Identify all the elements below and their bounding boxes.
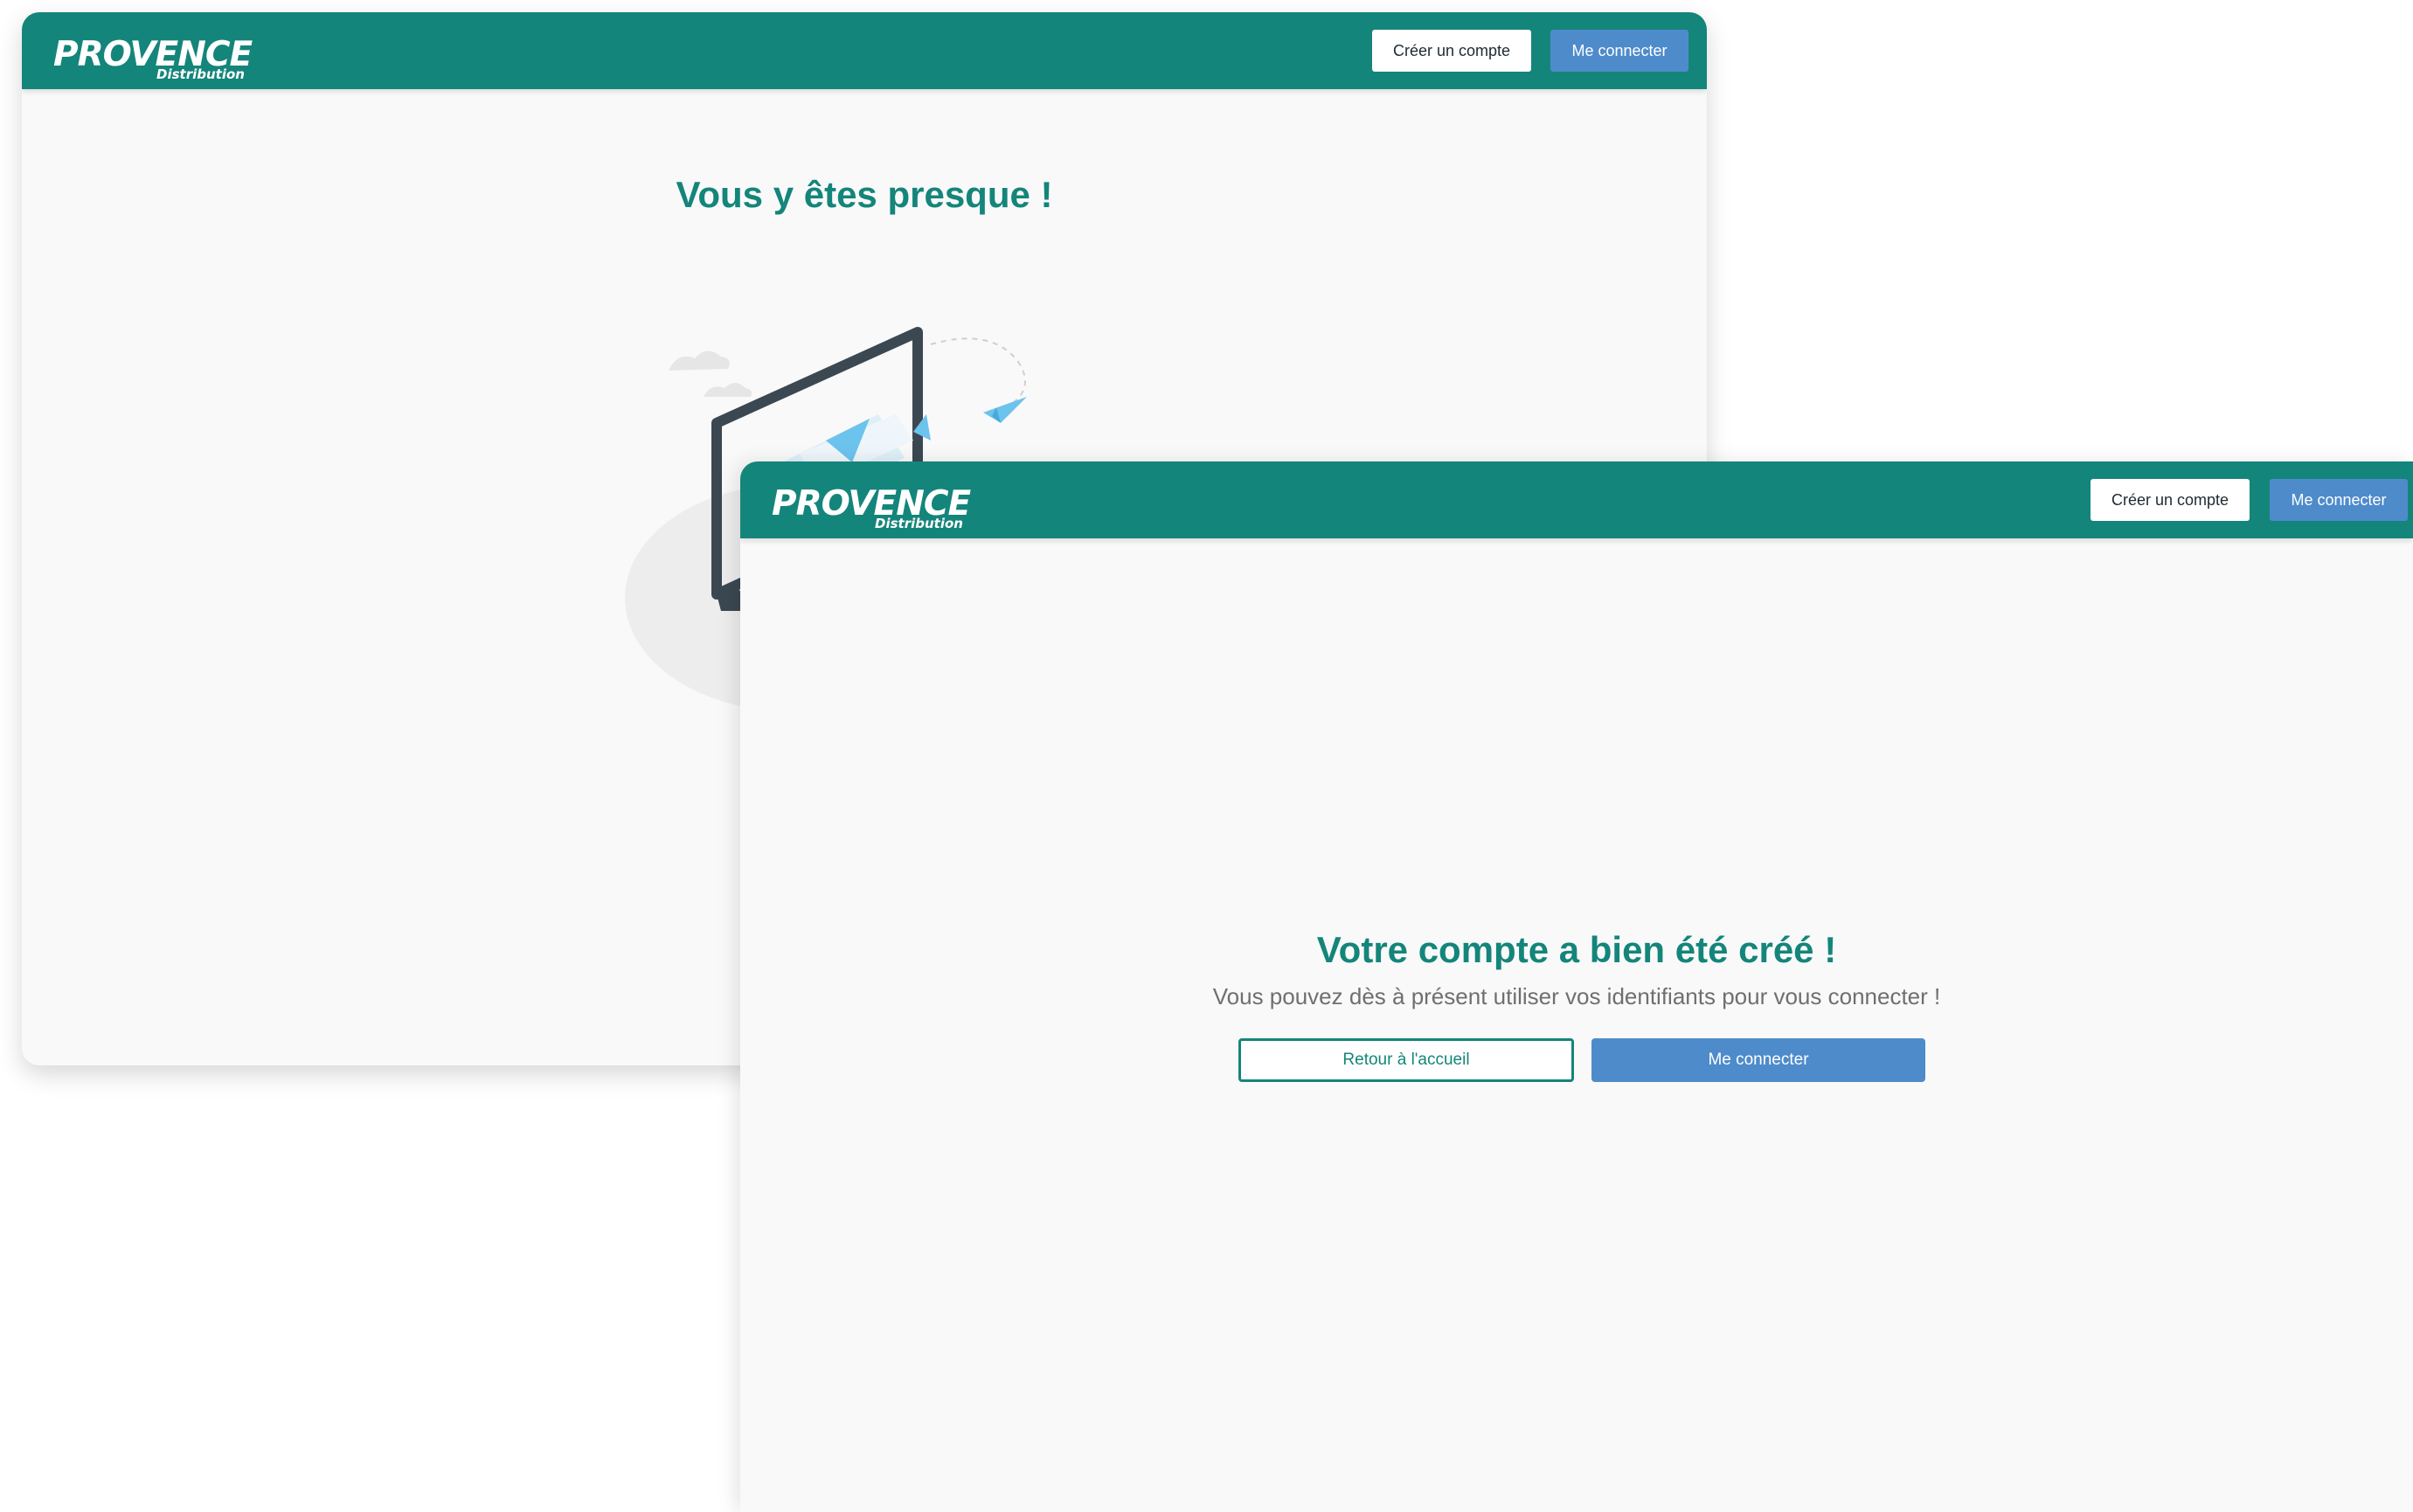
top-navbar: PROVENCE Distribution Créer un compte Me…: [22, 12, 1707, 89]
create-account-button[interactable]: Créer un compte: [2091, 479, 2250, 521]
back-to-home-button[interactable]: Retour à l'accueil: [1238, 1038, 1574, 1082]
page-title: Vous y êtes presque !: [676, 174, 1053, 215]
provence-distribution-logo[interactable]: PROVENCE Distribution: [772, 472, 999, 533]
account-created-window: PROVENCE Distribution Créer un compte Me…: [740, 461, 2413, 1512]
login-button[interactable]: Me connecter: [1550, 30, 1688, 72]
login-action-button[interactable]: Me connecter: [1591, 1038, 1925, 1082]
logo-subtitle: Distribution: [875, 516, 963, 531]
page-title: Votre compte a bien été créé !: [1316, 929, 1837, 970]
top-navbar: PROVENCE Distribution Créer un compte Me…: [740, 461, 2413, 538]
provence-distribution-logo[interactable]: PROVENCE Distribution: [53, 23, 281, 84]
create-account-button[interactable]: Créer un compte: [1372, 30, 1531, 72]
login-button[interactable]: Me connecter: [2270, 479, 2408, 521]
logo-subtitle: Distribution: [156, 66, 245, 82]
confirmation-subtitle: Vous pouvez dès à présent utiliser vos i…: [1212, 983, 1941, 1009]
